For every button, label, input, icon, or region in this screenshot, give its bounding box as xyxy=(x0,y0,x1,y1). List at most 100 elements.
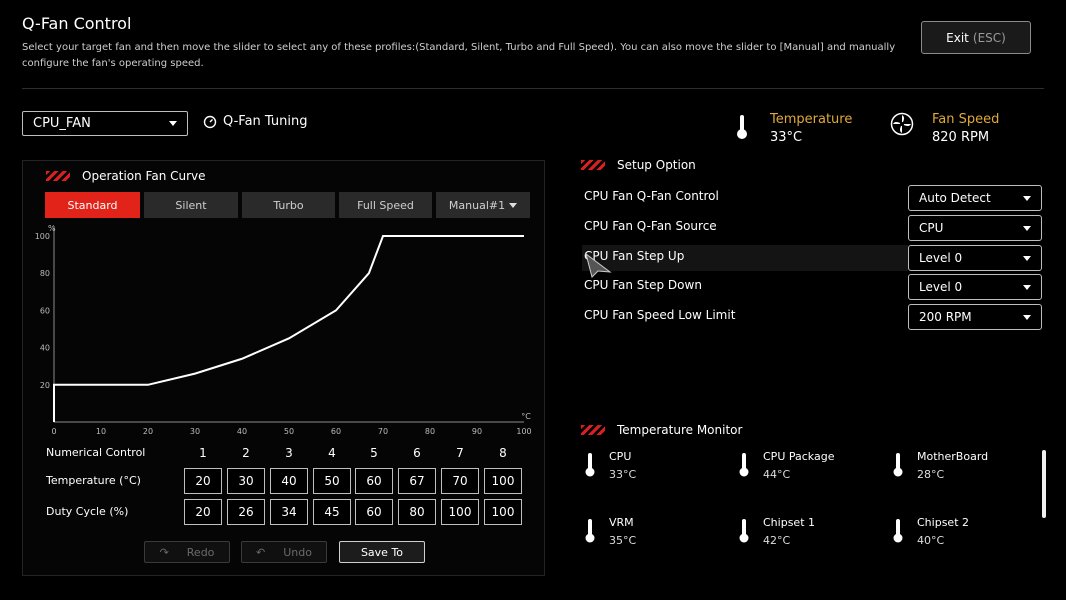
duty-cycle-row-label: Duty Cycle (%) xyxy=(46,505,129,518)
numerical-control-7: 7 xyxy=(456,446,464,460)
duty-cycle-input-8[interactable]: 100 xyxy=(484,499,522,525)
duty-cycle-input-5[interactable]: 60 xyxy=(355,499,393,525)
setup-label-q-fan-source: CPU Fan Q-Fan Source xyxy=(584,219,717,233)
fan-icon xyxy=(890,112,914,136)
thermometer-icon xyxy=(585,519,595,543)
thermometer-icon xyxy=(737,115,747,139)
fan-curve-line[interactable] xyxy=(53,235,524,422)
x-tick-label: 0 xyxy=(51,427,56,436)
numerical-control-1: 1 xyxy=(199,446,207,460)
thermometer-icon xyxy=(739,519,749,543)
fan-curve-heading: Operation Fan Curve xyxy=(46,169,206,183)
stripes-icon xyxy=(581,425,605,435)
q-fan-tuning-label: Q-Fan Tuning xyxy=(223,114,308,129)
numerical-control-5: 5 xyxy=(370,446,378,460)
fan-curve-chart[interactable]: 20 40 60 80 100 0 10 20 30 40 50 60 70 80 90 100% °C xyxy=(28,224,540,440)
temperature-stat: Temperature 33°C xyxy=(770,112,852,145)
temperature-input-7[interactable]: 70 xyxy=(441,468,479,494)
chevron-down-icon xyxy=(1023,195,1031,201)
fan-speed-stat: Fan Speed 820 RPM xyxy=(932,112,999,145)
stripes-icon xyxy=(581,160,605,170)
gauge-icon xyxy=(203,115,217,128)
step-up-select[interactable]: Level 0 xyxy=(908,245,1042,271)
temp-monitor-title: Temperature Monitor xyxy=(617,423,743,437)
temp-monitor-name: Chipset 2 xyxy=(917,516,969,529)
temp-monitor-item: CPU Package 44°C xyxy=(739,450,834,481)
x-tick-label: 80 xyxy=(425,427,435,436)
setup-option-title: Setup Option xyxy=(617,158,696,172)
redo-label: Redo xyxy=(186,545,215,559)
y-tick-label: 80 xyxy=(40,269,50,278)
temperature-input-8[interactable]: 100 xyxy=(484,468,522,494)
undo-label: Undo xyxy=(283,545,312,559)
temp-monitor-value: 42°C xyxy=(763,534,791,547)
undo-button[interactable]: ↶ Undo xyxy=(241,541,327,563)
speed-low-limit-select[interactable]: 200 RPM xyxy=(908,304,1042,330)
temperature-input-2[interactable]: 30 xyxy=(227,468,265,494)
x-tick-label: 60 xyxy=(331,427,341,436)
temperature-row-label: Temperature (°C) xyxy=(46,474,141,487)
tab-turbo[interactable]: Turbo xyxy=(242,192,335,218)
fan-curve-title: Operation Fan Curve xyxy=(82,169,206,183)
redo-button[interactable]: ↷ Redo xyxy=(144,541,230,563)
temp-monitor-name: MotherBoard xyxy=(917,450,989,463)
y-tick-label: 100 xyxy=(35,232,50,241)
exit-label: Exit xyxy=(946,30,969,45)
tab-standard[interactable]: Standard xyxy=(45,192,140,218)
q-fan-tuning-button[interactable]: Q-Fan Tuning xyxy=(203,114,307,129)
duty-cycle-input-1[interactable]: 20 xyxy=(184,499,222,525)
duty-cycle-input-2[interactable]: 26 xyxy=(227,499,265,525)
numerical-control-3: 3 xyxy=(285,446,293,460)
x-tick-label: 20 xyxy=(143,427,153,436)
temp-monitor-scrollbar[interactable] xyxy=(1042,450,1046,518)
temperature-input-4[interactable]: 50 xyxy=(313,468,351,494)
temp-monitor-value: 40°C xyxy=(917,534,945,547)
save-to-button[interactable]: Save To xyxy=(339,541,425,563)
x-tick-label: 30 xyxy=(190,427,200,436)
redo-icon: ↷ xyxy=(159,545,169,559)
chevron-down-icon xyxy=(169,121,177,126)
numerical-control-label: Numerical Control xyxy=(46,446,146,459)
setup-label-step-down: CPU Fan Step Down xyxy=(584,278,702,292)
chevron-down-icon xyxy=(1023,314,1031,320)
duty-cycle-input-7[interactable]: 100 xyxy=(441,499,479,525)
duty-cycle-input-3[interactable]: 34 xyxy=(270,499,308,525)
save-to-label: Save To xyxy=(360,545,404,559)
temp-monitor-item: Chipset 1 42°C xyxy=(739,516,815,547)
y-unit-label: % xyxy=(48,224,56,233)
exit-hint: (ESC) xyxy=(972,30,1006,45)
exit-button[interactable]: Exit (ESC) xyxy=(921,21,1031,54)
temp-monitor-item: VRM 35°C xyxy=(585,516,636,547)
temp-monitor-heading: Temperature Monitor xyxy=(581,423,742,437)
duty-cycle-input-6[interactable]: 80 xyxy=(398,499,436,525)
tab-silent[interactable]: Silent xyxy=(144,192,238,218)
thermometer-icon xyxy=(739,453,749,477)
q-fan-source-select[interactable]: CPU xyxy=(908,215,1042,241)
temperature-input-5[interactable]: 60 xyxy=(355,468,393,494)
temp-monitor-item: MotherBoard 28°C xyxy=(893,450,988,481)
temp-monitor-name: CPU Package xyxy=(763,450,835,463)
numerical-control-6: 6 xyxy=(413,446,421,460)
chevron-down-icon xyxy=(509,202,518,208)
temperature-input-6[interactable]: 67 xyxy=(398,468,436,494)
page-title: Q-Fan Control xyxy=(22,14,132,33)
temp-monitor-item: CPU 33°C xyxy=(585,450,636,481)
tab-full-speed[interactable]: Full Speed xyxy=(339,192,432,218)
setup-label-speed-low-limit: CPU Fan Speed Low Limit xyxy=(584,308,736,322)
header-divider xyxy=(22,88,1044,89)
x-tick-label: 100 xyxy=(516,427,531,436)
temperature-input-1[interactable]: 20 xyxy=(184,468,222,494)
temp-monitor-name: Chipset 1 xyxy=(763,516,815,529)
stripes-icon xyxy=(46,171,70,181)
step-down-select[interactable]: Level 0 xyxy=(908,274,1042,300)
fan-select[interactable]: CPU_FAN xyxy=(22,111,188,136)
temp-monitor-item: Chipset 2 40°C xyxy=(893,516,969,547)
numerical-control-4: 4 xyxy=(328,446,336,460)
q-fan-control-select[interactable]: Auto Detect xyxy=(908,185,1042,211)
numerical-control-2: 2 xyxy=(242,446,250,460)
tab-manual[interactable]: Manual#1 xyxy=(436,192,530,218)
chevron-down-icon xyxy=(1023,225,1031,231)
temperature-input-3[interactable]: 40 xyxy=(270,468,308,494)
duty-cycle-input-4[interactable]: 45 xyxy=(313,499,351,525)
y-tick-label: 40 xyxy=(40,344,50,353)
